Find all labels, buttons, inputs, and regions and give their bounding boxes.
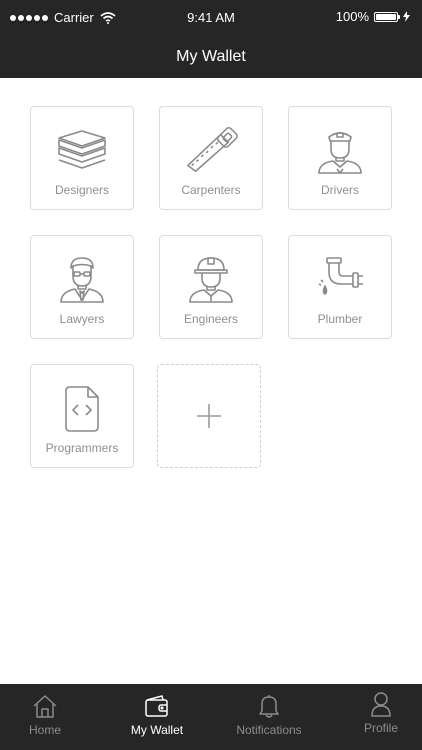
person-icon [336, 690, 422, 718]
tile-programmers[interactable]: Programmers [30, 364, 134, 468]
tile-label: Plumber [317, 312, 363, 326]
tile-drivers[interactable]: Drivers [288, 106, 392, 210]
tab-label: Profile [363, 721, 398, 735]
tab-bar: Home My Wallet Notifications Profile [0, 684, 422, 750]
add-category-button[interactable] [157, 364, 261, 468]
tile-label: Engineers [183, 312, 239, 326]
tile-label: Designers [54, 183, 110, 197]
tab-my-wallet[interactable]: My Wallet [112, 692, 202, 737]
tab-label: Notifications [236, 723, 302, 737]
battery-icon [374, 11, 400, 22]
tile-label: Carpenters [181, 183, 241, 197]
charging-bolt-icon [403, 11, 410, 22]
driver-icon [313, 125, 367, 177]
tile-label: Programmers [45, 441, 119, 455]
tile-lawyers[interactable]: Lawyers [30, 235, 134, 339]
nav-bar: My Wallet [0, 36, 422, 78]
pipe-icon [313, 254, 367, 306]
bell-icon [224, 692, 314, 720]
tile-label: Lawyers [59, 312, 105, 326]
home-icon [0, 692, 90, 720]
tab-label: My Wallet [130, 723, 184, 737]
saw-icon [184, 125, 238, 177]
stacked-layers-icon [55, 125, 109, 177]
tile-plumber[interactable]: Plumber [288, 235, 392, 339]
plus-icon [197, 404, 221, 428]
status-right: 100% [336, 9, 410, 24]
page-title: My Wallet [176, 48, 246, 65]
tile-carpenters[interactable]: Carpenters [159, 106, 263, 210]
code-file-icon [55, 383, 109, 435]
wallet-icon [112, 692, 202, 720]
tab-notifications[interactable]: Notifications [224, 692, 314, 737]
status-bar: Carrier 9:41 AM 100% [0, 0, 422, 36]
battery-percent: 100% [335, 9, 369, 24]
tile-designers[interactable]: Designers [30, 106, 134, 210]
engineer-icon [184, 254, 238, 306]
tile-engineers[interactable]: Engineers [159, 235, 263, 339]
tab-profile[interactable]: Profile [336, 690, 422, 735]
tab-label: Home [28, 723, 61, 737]
tile-label: Drivers [321, 183, 359, 197]
tab-home[interactable]: Home [0, 692, 90, 737]
lawyer-icon [55, 254, 109, 306]
